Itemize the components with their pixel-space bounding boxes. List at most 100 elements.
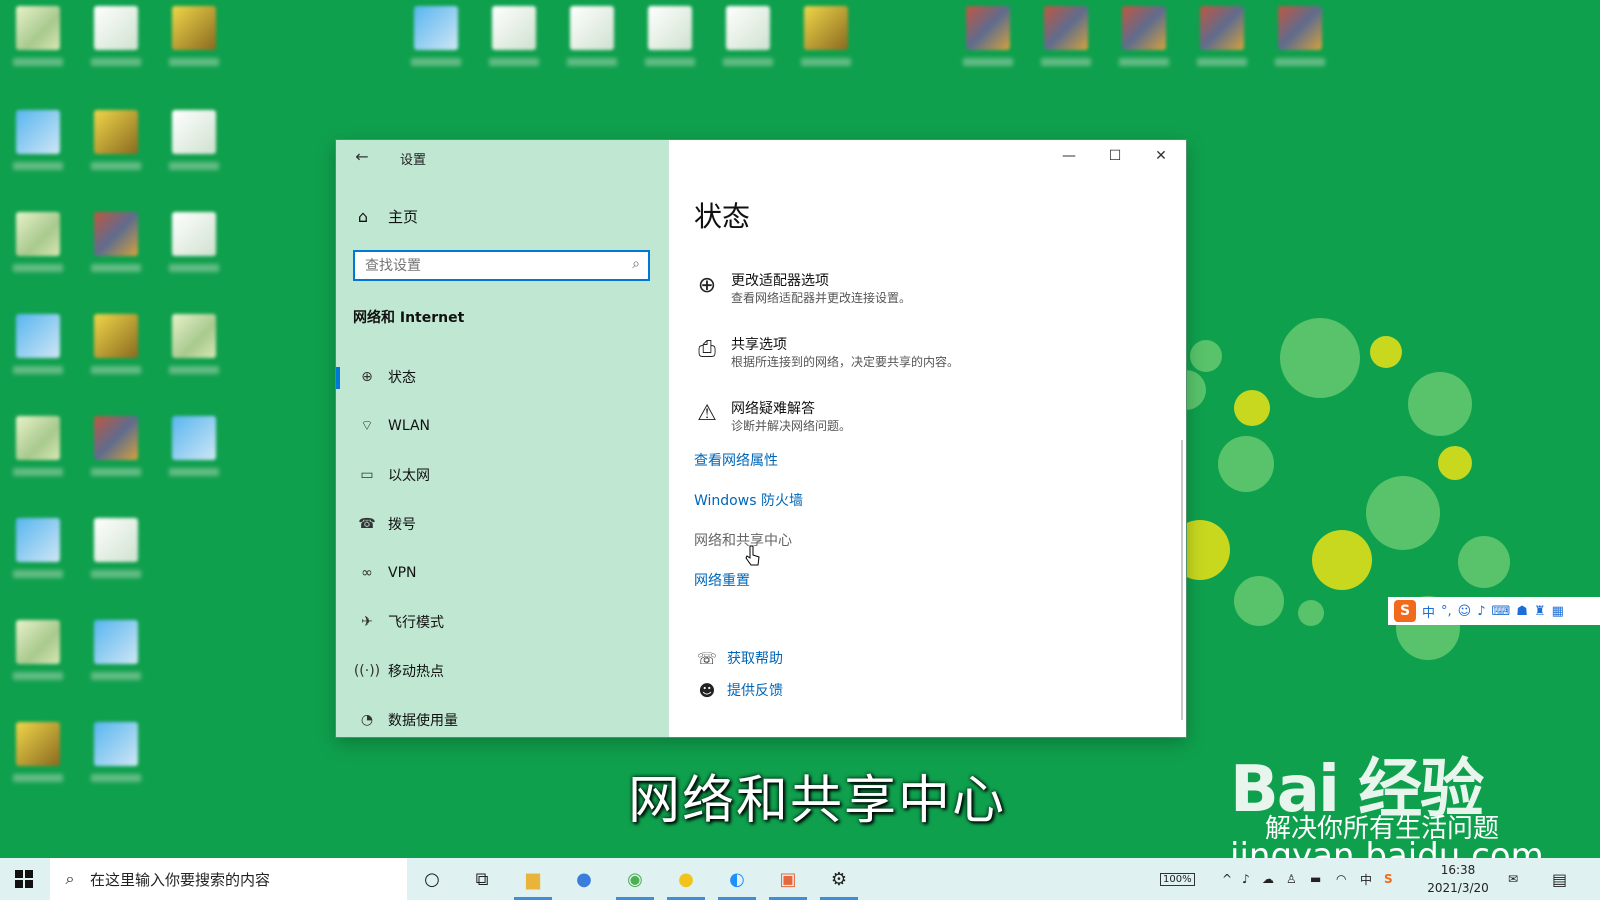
view-network-properties-link[interactable]: 查看网络属性 (694, 450, 778, 470)
settings-search-input[interactable] (355, 252, 625, 279)
feedback-link[interactable]: ☻ 提供反馈 (694, 680, 783, 700)
desktop-icon[interactable] (8, 722, 68, 792)
get-help-link[interactable]: ☏ 获取帮助 (694, 648, 783, 668)
taskbar-clock[interactable]: 16:38 2021/3/20 (1418, 861, 1498, 897)
desktop-icon[interactable] (406, 6, 466, 76)
desktop-icon[interactable] (1270, 6, 1330, 76)
microphone-icon[interactable]: ♪ (1477, 604, 1485, 619)
desktop-icon[interactable] (86, 314, 146, 384)
sidebar-item-label: 飞行模式 (388, 615, 444, 631)
network-sharing-center-link[interactable]: 网络和共享中心 (694, 530, 792, 550)
desktop-icon[interactable] (1114, 6, 1174, 76)
desktop-icon[interactable] (484, 6, 544, 76)
desktop-icon[interactable] (86, 620, 146, 690)
sidebar-item-vpn[interactable]: ∞ VPN (336, 553, 669, 593)
close-button[interactable]: ✕ (1138, 140, 1184, 172)
desktop-icon[interactable] (1036, 6, 1096, 76)
wifi-icon: ⌔ (360, 418, 374, 434)
desktop-icon[interactable] (640, 6, 700, 76)
input-language[interactable]: 中 (1360, 858, 1372, 900)
desktop-icon[interactable] (8, 212, 68, 282)
wifi-tray-icon[interactable]: ◠ (1336, 858, 1346, 900)
punctuation-icon[interactable]: °, (1441, 604, 1452, 619)
desktop-icon[interactable] (8, 110, 68, 180)
desktop-icon[interactable] (164, 6, 224, 76)
qq-penguin-icon[interactable]: ♙ (1286, 858, 1297, 900)
option-subtitle: 根据所连接到的网络，决定要共享的内容。 (731, 355, 960, 369)
sidebar-item-hotspot[interactable]: ((·)) 移动热点 (336, 651, 669, 691)
edge-browser-icon: ◐ (729, 868, 745, 890)
maximize-button[interactable]: ☐ (1092, 140, 1138, 172)
sidebar-item-label: 数据使用量 (388, 713, 458, 729)
option-subtitle: 查看网络适配器并更改连接设置。 (731, 291, 912, 305)
desktop-icon[interactable] (164, 110, 224, 180)
desktop-icon[interactable] (1192, 6, 1252, 76)
show-hidden-icons-button[interactable]: ^ (1222, 858, 1232, 900)
menu-grid-icon[interactable]: ▦ (1552, 604, 1564, 619)
desktop-icon[interactable] (164, 314, 224, 384)
desktop-icon[interactable] (8, 620, 68, 690)
task-view-button[interactable]: ⧉ (457, 858, 507, 900)
skin-icon[interactable]: ♜ (1534, 604, 1546, 619)
taskbar-app-bulb[interactable]: ● (661, 858, 711, 900)
desktop-icon[interactable] (562, 6, 622, 76)
start-button[interactable] (0, 858, 48, 900)
user-icon[interactable]: ☗ (1516, 604, 1528, 619)
taskbar-app-browser[interactable]: ◉ (610, 858, 660, 900)
warning-icon: ⚠ (697, 401, 717, 426)
settings-search-box[interactable]: ⌕ (353, 250, 650, 281)
battery-indicator[interactable]: 100% (1160, 858, 1195, 900)
desktop-icon[interactable] (86, 722, 146, 792)
desktop-icon[interactable] (86, 212, 146, 282)
desktop-icon[interactable] (86, 110, 146, 180)
desktop-icon[interactable] (86, 416, 146, 486)
taskbar-app-blue-l[interactable]: ● (559, 858, 609, 900)
sogou-tray-icon[interactable]: S (1384, 858, 1393, 900)
action-center-icon[interactable]: ▤ (1552, 858, 1567, 900)
chat-tray-icon[interactable]: ✉ (1508, 858, 1518, 900)
minimize-button[interactable]: — (1046, 140, 1092, 172)
sidebar-item-wlan[interactable]: ⌔ WLAN (336, 406, 669, 446)
mouse-cursor-icon (745, 545, 760, 566)
taskbar-app-settings[interactable]: ⚙ (814, 858, 864, 900)
desktop-icon[interactable] (86, 518, 146, 588)
keyboard-icon[interactable]: ⌨ (1492, 604, 1511, 619)
taskbar-app-edge[interactable]: ◐ (712, 858, 762, 900)
cortana-button[interactable]: ○ (407, 858, 457, 900)
desktop-icon[interactable] (164, 212, 224, 282)
scrollbar[interactable] (1181, 440, 1183, 720)
search-icon: ⌕ (65, 869, 75, 888)
desktop-icon[interactable] (958, 6, 1018, 76)
desktop-icon[interactable] (86, 6, 146, 76)
taskbar-search-box[interactable]: ⌕ 在这里输入你要搜索的内容 (50, 858, 407, 900)
option-title: 共享选项 (731, 337, 787, 353)
network-reset-link[interactable]: 网络重置 (694, 570, 750, 590)
back-button[interactable]: ← (348, 142, 376, 170)
emoji-icon[interactable]: ☺ (1458, 604, 1472, 619)
sidebar-home-link[interactable]: ⌂ 主页 (348, 202, 418, 230)
desktop-icon[interactable] (164, 416, 224, 486)
sogou-logo-icon[interactable]: S (1394, 600, 1416, 622)
desktop-icon[interactable] (718, 6, 778, 76)
desktop-icon[interactable] (8, 314, 68, 384)
adapter-icon: ⊕ (697, 273, 717, 298)
sidebar-item-airplane[interactable]: ✈ 飞行模式 (336, 602, 669, 642)
taskbar-app-explorer[interactable]: ▆ (508, 858, 558, 900)
search-icon[interactable]: ⌕ (632, 256, 640, 272)
desktop-icon[interactable] (8, 416, 68, 486)
sidebar-item-data-usage[interactable]: ◔ 数据使用量 (336, 700, 669, 737)
cloud-icon[interactable]: ☁ (1262, 858, 1274, 900)
taskbar-app-slides[interactable]: ▣ (763, 858, 813, 900)
settings-sidebar: ← 设置 ⌂ 主页 ⌕ 网络和 Internet ⊕ 状态 ⌔ WLAN ▭ 以… (336, 140, 669, 737)
device-tray-icon[interactable]: ▬ (1310, 858, 1321, 900)
ime-language[interactable]: 中 (1422, 602, 1435, 621)
sidebar-item-ethernet[interactable]: ▭ 以太网 (336, 455, 669, 495)
sidebar-item-status[interactable]: ⊕ 状态 (336, 357, 669, 397)
presentation-icon: ▣ (779, 868, 797, 890)
microphone-tray-icon[interactable]: ♪ (1242, 858, 1250, 900)
desktop-icon[interactable] (8, 6, 68, 76)
desktop-icon[interactable] (796, 6, 856, 76)
sidebar-item-dialup[interactable]: ☎ 拨号 (336, 504, 669, 544)
desktop-icon[interactable] (8, 518, 68, 588)
windows-firewall-link[interactable]: Windows 防火墙 (694, 490, 803, 510)
